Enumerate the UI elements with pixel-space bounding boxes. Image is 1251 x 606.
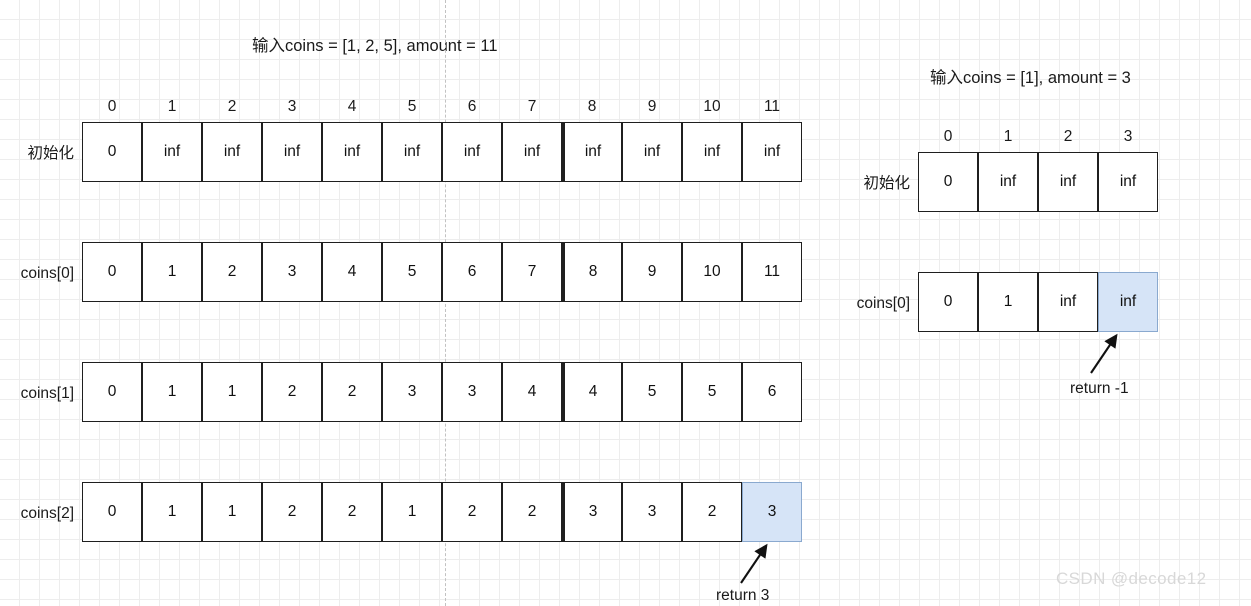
left-cell[interactable]: 4: [322, 242, 382, 302]
left-cell[interactable]: 2: [682, 482, 742, 542]
left-cell[interactable]: 3: [622, 482, 682, 542]
left-col-header: 11: [763, 98, 781, 115]
left-cell[interactable]: 0: [82, 482, 142, 542]
right-cell[interactable]: inf: [978, 152, 1038, 212]
left-cell[interactable]: 1: [142, 242, 202, 302]
left-cell[interactable]: 0: [82, 362, 142, 422]
left-col-header: 9: [647, 98, 657, 115]
left-cell[interactable]: 3: [562, 482, 622, 542]
left-cell[interactable]: 0: [82, 122, 142, 182]
right-col-header: 1: [1003, 128, 1013, 145]
left-col-header: 3: [287, 98, 297, 115]
left-col-header: 2: [227, 98, 237, 115]
left-cell[interactable]: 5: [622, 362, 682, 422]
left-cell[interactable]: inf: [262, 122, 322, 182]
right-col-header: 0: [943, 128, 953, 145]
right-cell[interactable]: inf: [1038, 152, 1098, 212]
left-col-header: 7: [527, 98, 537, 115]
left-cell[interactable]: 5: [382, 242, 442, 302]
left-cell[interactable]: inf: [742, 122, 802, 182]
left-col-header: 10: [703, 98, 721, 115]
left-cell[interactable]: 6: [442, 242, 502, 302]
left-cell[interactable]: 11: [742, 242, 802, 302]
right-row-label-init: 初始化: [863, 175, 910, 192]
left-cell[interactable]: 1: [202, 362, 262, 422]
left-row-label-coins0: coins[0]: [20, 265, 74, 282]
left-cell[interactable]: 10: [682, 242, 742, 302]
left-cell[interactable]: 8: [562, 242, 622, 302]
right-cell-highlighted[interactable]: inf: [1098, 272, 1158, 332]
left-cell[interactable]: inf: [682, 122, 742, 182]
right-cell[interactable]: inf: [1038, 272, 1098, 332]
left-row-label-coins2: coins[2]: [20, 505, 74, 522]
left-return-arrow-icon: [740, 543, 768, 584]
left-cell[interactable]: 0: [82, 242, 142, 302]
left-cell[interactable]: inf: [322, 122, 382, 182]
left-col-header: 1: [167, 98, 177, 115]
right-row-label-coins0: coins[0]: [856, 295, 910, 312]
left-cell[interactable]: 1: [382, 482, 442, 542]
left-cell[interactable]: 2: [502, 482, 562, 542]
left-col-header: 8: [587, 98, 597, 115]
left-cell[interactable]: 4: [502, 362, 562, 422]
right-col-header: 3: [1123, 128, 1133, 145]
right-cell[interactable]: inf: [1098, 152, 1158, 212]
left-cell[interactable]: inf: [442, 122, 502, 182]
right-diagram-title: 输入coins = [1], amount = 3: [930, 69, 1131, 87]
left-cell[interactable]: inf: [502, 122, 562, 182]
left-cell[interactable]: 1: [202, 482, 262, 542]
left-col-header: 6: [467, 98, 477, 115]
left-cell[interactable]: 3: [382, 362, 442, 422]
watermark: CSDN @decode12: [1056, 569, 1207, 588]
left-cell[interactable]: inf: [382, 122, 442, 182]
left-cell[interactable]: 2: [322, 482, 382, 542]
right-return-arrow-icon: [1090, 333, 1118, 374]
left-cell[interactable]: 2: [262, 362, 322, 422]
left-cell[interactable]: 2: [442, 482, 502, 542]
right-return-annotation: return -1: [1070, 380, 1129, 397]
left-cell[interactable]: 9: [622, 242, 682, 302]
left-cell[interactable]: 5: [682, 362, 742, 422]
right-col-header: 2: [1063, 128, 1073, 145]
left-cell[interactable]: inf: [202, 122, 262, 182]
left-cell[interactable]: 1: [142, 482, 202, 542]
left-cell[interactable]: 1: [142, 362, 202, 422]
left-row-label-init: 初始化: [27, 145, 74, 162]
left-cell[interactable]: 6: [742, 362, 802, 422]
left-cell-highlighted[interactable]: 3: [742, 482, 802, 542]
left-col-header: 0: [107, 98, 117, 115]
left-cell[interactable]: inf: [622, 122, 682, 182]
right-cell[interactable]: 1: [978, 272, 1038, 332]
left-cell[interactable]: inf: [562, 122, 622, 182]
left-return-annotation: return 3: [716, 587, 770, 604]
right-cell[interactable]: 0: [918, 272, 978, 332]
left-cell[interactable]: 3: [442, 362, 502, 422]
left-cell[interactable]: 7: [502, 242, 562, 302]
left-cell[interactable]: 2: [262, 482, 322, 542]
left-cell[interactable]: inf: [142, 122, 202, 182]
left-cell[interactable]: 2: [202, 242, 262, 302]
left-cell[interactable]: 2: [322, 362, 382, 422]
right-cell[interactable]: 0: [918, 152, 978, 212]
left-row-label-coins1: coins[1]: [20, 385, 74, 402]
left-cell[interactable]: 4: [562, 362, 622, 422]
left-col-header: 4: [347, 98, 357, 115]
left-diagram-title: 输入coins = [1, 2, 5], amount = 11: [252, 37, 498, 55]
left-col-header: 5: [407, 98, 417, 115]
left-cell[interactable]: 3: [262, 242, 322, 302]
